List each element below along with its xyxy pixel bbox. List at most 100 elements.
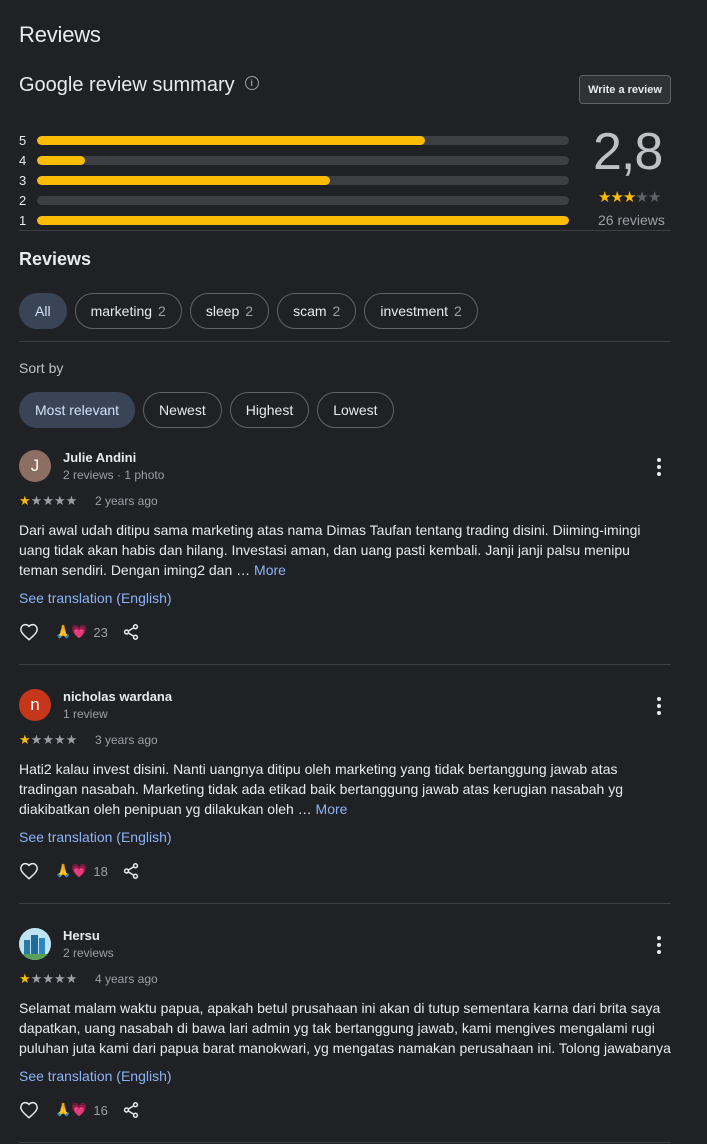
info-icon[interactable]: i bbox=[244, 75, 259, 90]
review-date: 3 years ago bbox=[95, 733, 158, 747]
reaction-emoji: 🙏💗 bbox=[55, 863, 88, 878]
star-filled-icon: ★ bbox=[19, 493, 31, 508]
see-translation-link[interactable]: See translation (English) bbox=[19, 829, 172, 845]
reaction-summary[interactable]: 🙏💗 18 bbox=[55, 863, 108, 879]
star-filled-icon: ★ bbox=[622, 189, 636, 206]
rating-bar-track bbox=[37, 215, 569, 225]
review-stars: ★★★★★ bbox=[19, 493, 77, 509]
chip-count: 2 bbox=[332, 303, 341, 319]
summary-title-text: Google review summary bbox=[19, 74, 235, 96]
reviewer-name[interactable]: Hersu bbox=[63, 928, 100, 943]
reaction-summary[interactable]: 🙏💗 23 bbox=[55, 624, 108, 640]
chip-count: 2 bbox=[158, 303, 166, 319]
share-icon[interactable] bbox=[122, 862, 140, 880]
like-heart-icon[interactable] bbox=[19, 623, 39, 641]
rating-bar-label: 4 bbox=[19, 152, 27, 168]
more-options-icon[interactable] bbox=[653, 697, 665, 715]
reviewer-meta: 2 reviews bbox=[63, 946, 114, 960]
sort-most-relevant[interactable]: Most relevant bbox=[19, 392, 136, 428]
star-empty-icon: ★ bbox=[42, 971, 54, 986]
city-avatar-icon bbox=[19, 928, 51, 960]
rating-bar-3[interactable]: 3 bbox=[19, 172, 569, 188]
review-card: n nicholas wardana 1 review ★★★★★ 3 year… bbox=[19, 689, 671, 889]
rating-bar-2[interactable]: 2 bbox=[19, 192, 569, 208]
chip-count: 2 bbox=[245, 303, 254, 319]
review-date: 4 years ago bbox=[95, 972, 158, 986]
more-options-icon[interactable] bbox=[653, 458, 665, 476]
avatar[interactable]: J bbox=[19, 450, 51, 482]
reviewer-name[interactable]: Julie Andini bbox=[63, 450, 136, 465]
divider bbox=[19, 230, 671, 231]
star-empty-icon: ★ bbox=[42, 732, 54, 747]
topic-chips: All marketing 2 sleep 2 scam 2 investment 2 bbox=[19, 293, 478, 329]
reviewer-name[interactable]: nicholas wardana bbox=[63, 689, 172, 704]
star-empty-icon: ★ bbox=[53, 971, 66, 986]
more-options-icon[interactable] bbox=[653, 936, 665, 954]
divider bbox=[19, 903, 671, 904]
sort-lowest[interactable]: Lowest bbox=[317, 392, 394, 428]
review-stars: ★★★★★ bbox=[19, 971, 77, 987]
star-filled-icon: ★ bbox=[19, 732, 31, 747]
review-stars: ★★★★★ bbox=[19, 732, 77, 748]
rating-bar-track bbox=[37, 175, 569, 185]
review-body: Dari awal udah ditipu sama marketing ata… bbox=[19, 522, 641, 578]
reaction-count: 18 bbox=[93, 863, 108, 879]
avatar[interactable]: n bbox=[19, 689, 51, 721]
average-rating: 2,8 bbox=[593, 123, 663, 181]
rating-bar-4[interactable]: 4 bbox=[19, 152, 569, 168]
share-icon[interactable] bbox=[122, 1101, 140, 1119]
sort-label: Sort by bbox=[19, 360, 64, 376]
divider bbox=[19, 664, 671, 665]
write-review-button[interactable]: Write a review bbox=[579, 75, 671, 104]
share-icon[interactable] bbox=[122, 623, 140, 641]
sort-chips: Most relevant Newest Highest Lowest bbox=[19, 392, 394, 428]
see-translation-link[interactable]: See translation (English) bbox=[19, 590, 172, 606]
rating-bar-fill bbox=[37, 135, 426, 145]
topic-chip-scam[interactable]: scam 2 bbox=[277, 293, 357, 329]
rating-bar-label: 2 bbox=[19, 192, 27, 208]
topic-chip-marketing[interactable]: marketing 2 bbox=[74, 293, 182, 329]
like-heart-icon[interactable] bbox=[19, 862, 39, 880]
chip-count: 2 bbox=[454, 303, 462, 319]
star-empty-icon: ★ bbox=[65, 493, 78, 508]
review-card: J Julie Andini 2 reviews · 1 photo ★★★★★… bbox=[19, 450, 671, 650]
star-empty-icon: ★ bbox=[42, 493, 54, 508]
star-filled-icon: ★ bbox=[19, 971, 31, 986]
topic-chip-investment[interactable]: investment 2 bbox=[364, 293, 478, 329]
rating-bar-fill bbox=[37, 175, 330, 185]
reviews-heading: Reviews bbox=[19, 249, 92, 269]
topic-chip-all[interactable]: All bbox=[19, 293, 67, 329]
page-title: Reviews bbox=[19, 22, 101, 47]
rating-bar-1[interactable]: 1 bbox=[19, 213, 569, 228]
star-empty-icon: ★ bbox=[65, 971, 78, 986]
sort-highest[interactable]: Highest bbox=[229, 392, 310, 428]
sort-newest[interactable]: Newest bbox=[143, 392, 222, 428]
star-empty-icon: ★ bbox=[30, 493, 43, 508]
review-text: Dari awal udah ditipu sama marketing ata… bbox=[19, 520, 671, 580]
avatar[interactable] bbox=[19, 928, 51, 960]
star-empty-icon: ★ bbox=[30, 732, 43, 747]
review-count[interactable]: 26 reviews bbox=[598, 212, 665, 228]
review-card: Hersu 2 reviews ★★★★★ 4 years ago Selama… bbox=[19, 928, 671, 1128]
more-link[interactable]: More bbox=[316, 801, 348, 817]
review-actions: 🙏💗 23 bbox=[19, 621, 140, 643]
review-text: Selamat malam waktu papua, apakah betul … bbox=[19, 998, 671, 1058]
star-empty-icon: ★ bbox=[65, 732, 78, 747]
rating-bar-5[interactable]: 5 bbox=[19, 133, 569, 148]
rating-bar-fill bbox=[37, 155, 85, 165]
see-translation-link[interactable]: See translation (English) bbox=[19, 1068, 172, 1084]
chip-label: sleep bbox=[205, 303, 240, 319]
star-empty-icon: ★ bbox=[30, 971, 43, 986]
chip-label: investment bbox=[380, 303, 449, 319]
more-link[interactable]: More bbox=[254, 562, 286, 578]
topic-chip-sleep[interactable]: sleep 2 bbox=[189, 293, 270, 329]
chip-label: marketing bbox=[90, 303, 153, 319]
reviewer-meta: 2 reviews · 1 photo bbox=[63, 468, 165, 482]
like-heart-icon[interactable] bbox=[19, 1101, 39, 1119]
rating-bar-track bbox=[37, 155, 569, 165]
rating-bar-track bbox=[37, 195, 569, 205]
reaction-count: 23 bbox=[93, 624, 108, 640]
reaction-summary[interactable]: 🙏💗 16 bbox=[55, 1102, 108, 1118]
rating-bar-label: 3 bbox=[19, 172, 27, 188]
star-empty-icon: ★ bbox=[53, 732, 66, 747]
